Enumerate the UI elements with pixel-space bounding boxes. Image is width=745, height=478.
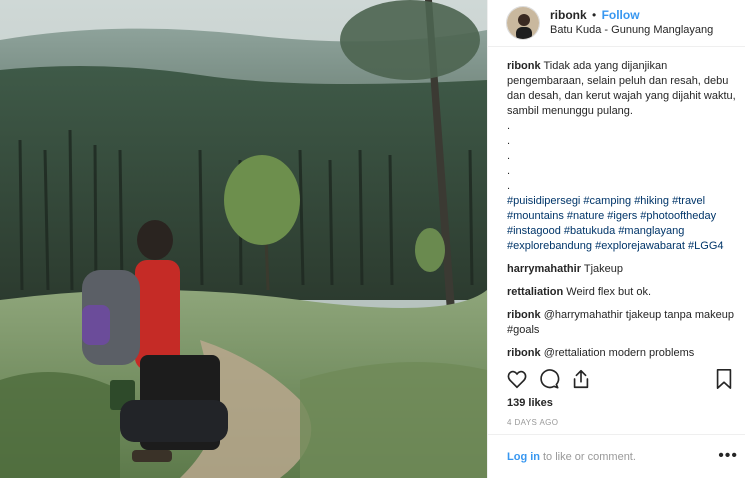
- comment-text: @rettaliation modern problems: [543, 347, 695, 359]
- comment-footer: Log in to like or comment. •••: [488, 434, 745, 478]
- post-photo[interactable]: [0, 0, 487, 478]
- post-header: ribonk • Follow Batu Kuda - Gunung Mangl…: [488, 0, 745, 47]
- comment-text: Weird flex but ok.: [566, 286, 652, 298]
- comment-username[interactable]: harrymahathir: [507, 263, 581, 275]
- caption-hashtags[interactable]: #puisidipersegi #camping #hiking #travel…: [507, 195, 724, 252]
- caption: ribonk Tidak ada yang dijanjikan pengemb…: [507, 59, 739, 254]
- post-sidebar: ribonk • Follow Batu Kuda - Gunung Mangl…: [487, 0, 745, 478]
- caption-text: Tidak ada yang dijanjikan pengembaraan, …: [507, 60, 736, 192]
- separator-dot: •: [592, 8, 597, 22]
- comment-item: harrymahathir Tjakeup: [507, 262, 739, 277]
- username-link[interactable]: ribonk: [550, 8, 587, 22]
- post-timestamp[interactable]: 4 DAYS AGO: [507, 418, 558, 427]
- comments-list[interactable]: ribonk Tidak ada yang dijanjikan pengemb…: [507, 59, 739, 359]
- comment-icon[interactable]: [538, 368, 560, 390]
- instagram-post: ribonk • Follow Batu Kuda - Gunung Mangl…: [0, 0, 745, 478]
- comment-item: ribonk @rettaliation modern problems: [507, 346, 739, 359]
- comment-username[interactable]: ribonk: [507, 347, 541, 359]
- action-bar: [488, 364, 745, 392]
- comment-item: ribonk @harrymahathir tjakeup tanpa make…: [507, 308, 739, 338]
- login-link[interactable]: Log in: [507, 451, 540, 463]
- heart-icon[interactable]: [506, 368, 528, 390]
- share-icon[interactable]: [570, 368, 592, 390]
- header-row: ribonk • Follow: [550, 8, 713, 23]
- location-link[interactable]: Batu Kuda - Gunung Manglayang: [550, 23, 713, 38]
- comment-username[interactable]: ribonk: [507, 309, 541, 321]
- avatar[interactable]: [506, 6, 540, 40]
- comment-text: Tjakeup: [583, 263, 623, 275]
- more-options-icon[interactable]: •••: [718, 447, 738, 465]
- hiker-forest-photo: [0, 0, 487, 478]
- caption-username[interactable]: ribonk: [507, 60, 541, 72]
- comment-item: rettaliation Weird flex but ok.: [507, 285, 739, 300]
- header-text: ribonk • Follow Batu Kuda - Gunung Mangl…: [550, 8, 713, 38]
- avatar-image: [507, 7, 539, 39]
- likes-count[interactable]: 139 likes: [507, 397, 553, 409]
- comment-text: @harrymahathir tjakeup tanpa makeup #goa…: [507, 309, 735, 336]
- follow-button[interactable]: Follow: [602, 8, 640, 22]
- comment-username[interactable]: rettaliation: [507, 286, 563, 298]
- bookmark-icon[interactable]: [714, 368, 734, 390]
- comment-prompt: to like or comment.: [543, 450, 636, 463]
